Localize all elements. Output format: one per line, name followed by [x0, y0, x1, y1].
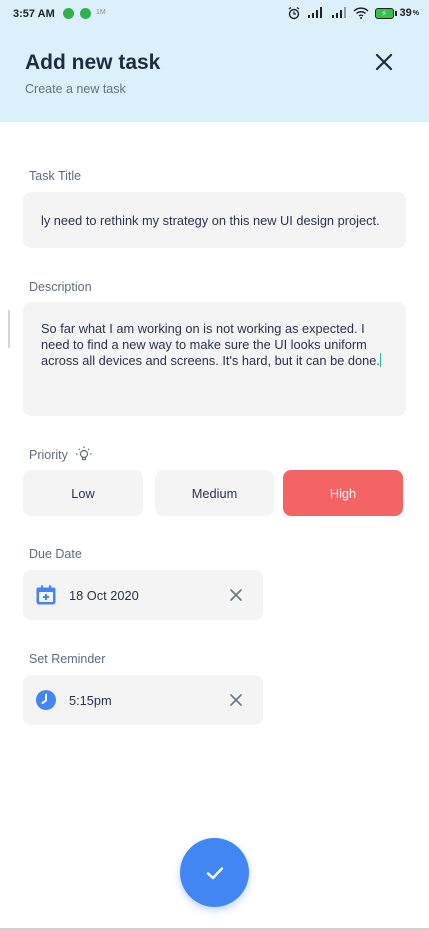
- due-date-value: 18 Oct 2020: [69, 588, 139, 603]
- battery-icon: ⚡ 39 %: [374, 7, 419, 19]
- notification-icon: [80, 8, 91, 19]
- page-title: Add new task: [25, 51, 161, 74]
- description-value: So far what I am working on is not worki…: [41, 321, 380, 368]
- clear-reminder-icon[interactable]: [228, 692, 244, 708]
- description-input[interactable]: So far what I am working on is not worki…: [23, 302, 406, 416]
- checkmark-icon: [206, 866, 223, 879]
- close-button[interactable]: [370, 48, 398, 76]
- page-subtitle: Create a new task: [25, 82, 126, 96]
- scroll-handle[interactable]: [8, 310, 10, 348]
- reminder-label: Set Reminder: [29, 652, 106, 666]
- alarm-icon: [288, 6, 299, 20]
- calendar-icon: [36, 585, 56, 605]
- due-date-label: Due Date: [29, 547, 82, 561]
- priority-medium-button[interactable]: Medium: [155, 470, 274, 516]
- header-panel: 3:57 AM 1M ⚡ 39 % Add new task Create a …: [0, 0, 429, 122]
- signal-icon: [307, 7, 322, 18]
- clear-date-icon[interactable]: [228, 587, 244, 603]
- task-title-input[interactable]: ly need to rethink my strategy on this n…: [23, 192, 406, 248]
- reminder-field[interactable]: 5:15pm: [23, 675, 263, 725]
- save-task-button[interactable]: [180, 838, 249, 907]
- description-label: Description: [29, 280, 92, 294]
- status-bar: 3:57 AM 1M ⚡ 39 %: [0, 0, 429, 26]
- priority-label-text: Priority: [29, 448, 68, 462]
- battery-level: 39: [399, 7, 412, 19]
- battery-unit: %: [412, 9, 419, 17]
- text-cursor: [379, 353, 381, 367]
- clock-icon: [36, 690, 56, 710]
- status-time: 3:57 AM: [13, 8, 55, 20]
- lightbulb-icon: [76, 446, 92, 461]
- description-text-block: So far what I am working on is not worki…: [41, 321, 391, 369]
- status-small-text: 1M: [96, 9, 106, 16]
- close-icon: [375, 53, 393, 71]
- signal-icon: [331, 7, 346, 18]
- task-title-value: ly need to rethink my strategy on this n…: [41, 213, 380, 228]
- priority-high-button[interactable]: High: [283, 470, 403, 516]
- status-icons: ⚡ 39 %: [287, 5, 419, 21]
- due-date-field[interactable]: 18 Oct 2020: [23, 570, 263, 620]
- notification-icon: [63, 8, 74, 19]
- wifi-icon: [352, 7, 369, 19]
- priority-label: Priority: [29, 445, 93, 463]
- priority-low-button[interactable]: Low: [23, 470, 143, 516]
- reminder-value: 5:15pm: [69, 693, 112, 708]
- task-title-label: Task Title: [29, 169, 82, 183]
